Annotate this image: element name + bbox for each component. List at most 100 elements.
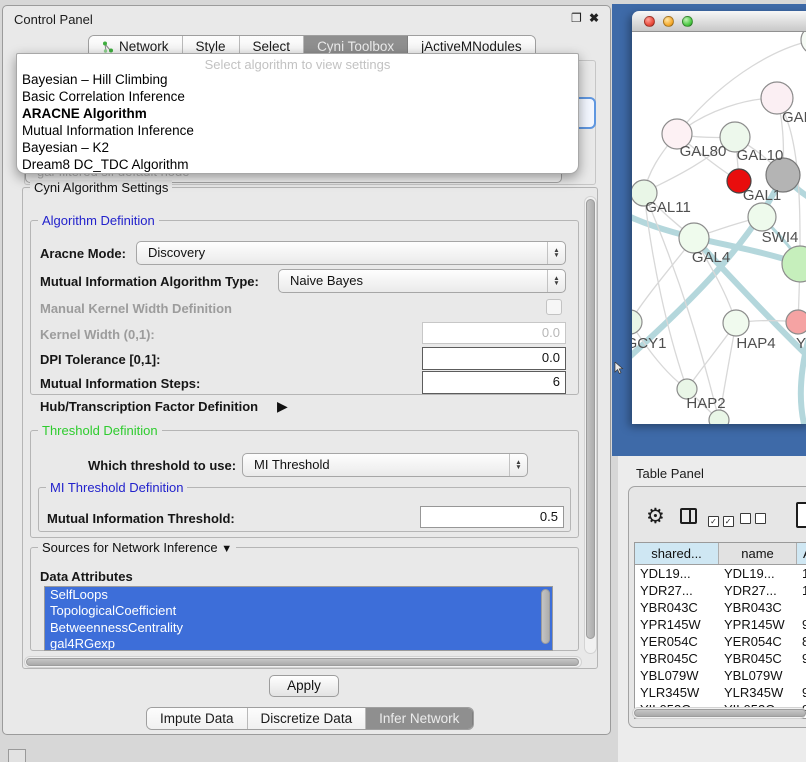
label-gal80: GAL80 xyxy=(680,143,727,160)
data-attributes-list: SelfLoops TopologicalCoefficient Between… xyxy=(44,586,553,651)
control-panel-title: Control Panel xyxy=(14,12,93,27)
zoom-traffic-light[interactable] xyxy=(682,16,693,27)
manual-kernel-checkbox[interactable] xyxy=(546,299,562,315)
combo-arrows-icon: ▲▼ xyxy=(547,270,565,292)
algorithm-definition-title: Algorithm Definition xyxy=(38,213,159,228)
aracne-mode-label: Aracne Mode: xyxy=(40,246,126,261)
node-y-partial[interactable] xyxy=(786,310,806,334)
mi-type-combobox[interactable]: Naive Bayes ▲▼ xyxy=(278,269,566,293)
which-threshold-label: Which threshold to use: xyxy=(88,458,236,473)
table-row[interactable]: YDR27... YDR27... 12 xyxy=(635,582,806,599)
dock-icon[interactable] xyxy=(8,749,26,762)
settings-vscroll-thumb[interactable] xyxy=(586,199,595,639)
apply-button[interactable]: Apply xyxy=(269,675,339,697)
table-panel-title: Table Panel xyxy=(636,466,704,481)
column-header-partial[interactable]: A xyxy=(797,543,806,564)
table-hscroll-thumb[interactable] xyxy=(634,709,806,717)
tab-impute-data[interactable]: Impute Data xyxy=(147,708,248,729)
node-bottom[interactable] xyxy=(709,410,729,424)
new-table-icon[interactable] xyxy=(796,502,806,528)
popup-hint: Select algorithm to view settings xyxy=(17,57,578,72)
algorithm-option[interactable]: Bayesian – Hill Climbing xyxy=(22,72,562,89)
deselect-all-checks-icon[interactable] xyxy=(740,512,766,527)
label-hap2: HAP2 xyxy=(686,395,725,412)
application-root: Control Panel ❐ ✖ Network Style Select C… xyxy=(0,0,806,762)
float-window-icon[interactable]: ❐ xyxy=(571,11,582,25)
list-scrollbar-thumb[interactable] xyxy=(541,589,550,644)
table-header-row: shared... name A xyxy=(635,543,806,565)
mouse-cursor-icon xyxy=(614,362,624,375)
label-gal-partial: GAL xyxy=(782,109,806,126)
network-view-window[interactable]: GAL GAL80 GAL10 GAL1 GAL11 SWI4 GAL4 GCY… xyxy=(632,11,806,424)
column-header-name[interactable]: name xyxy=(719,543,797,564)
tab-infer-network[interactable]: Infer Network xyxy=(366,708,473,729)
table-row[interactable]: YPR145W YPR145W 9. xyxy=(635,616,806,633)
select-all-checks-icon[interactable]: ✓ ✓ xyxy=(708,512,734,527)
close-traffic-light[interactable] xyxy=(644,16,655,27)
mi-steps-label: Mutual Information Steps: xyxy=(40,376,200,391)
node-swi4[interactable] xyxy=(748,203,776,231)
hub-definition-label[interactable]: Hub/Transcription Factor Definition xyxy=(40,399,258,414)
attribute-item-selected[interactable]: SelfLoops xyxy=(45,587,552,603)
algorithm-option[interactable]: Dream8 DC_TDC Algorithm xyxy=(22,157,562,174)
label-swi4: SWI4 xyxy=(762,229,799,246)
table-row[interactable]: YLR345W YLR345W 9. xyxy=(635,684,806,701)
label-y-partial: Y xyxy=(796,335,806,352)
columns-icon[interactable] xyxy=(680,508,697,524)
table-row[interactable]: YBR045C YBR045C 9. xyxy=(635,650,806,667)
algorithm-option[interactable]: Mutual Information Inference xyxy=(22,123,562,140)
settings-hscroll-thumb[interactable] xyxy=(26,658,579,666)
mi-threshold-title: MI Threshold Definition xyxy=(46,480,187,495)
mi-type-label: Mutual Information Algorithm Type: xyxy=(40,274,259,289)
sources-group-title: Sources for Network Inference ▼ xyxy=(38,540,236,555)
kernel-width-label: Kernel Width (0,1): xyxy=(40,327,155,342)
label-hap4: HAP4 xyxy=(736,335,775,352)
attribute-item-selected[interactable]: TopologicalCoefficient xyxy=(45,603,552,619)
mi-threshold-field[interactable]: 0.5 xyxy=(420,506,564,528)
close-window-icon[interactable]: ✖ xyxy=(589,11,599,25)
aracne-mode-combobox[interactable]: Discovery ▲▼ xyxy=(136,241,566,265)
table-row[interactable]: YER054C YER054C 8. xyxy=(635,633,806,650)
algorithm-dropdown-popup: Select algorithm to view settings Bayesi… xyxy=(16,53,579,174)
column-header-shared[interactable]: shared... xyxy=(635,543,719,564)
attribute-item-selected[interactable]: BetweennessCentrality xyxy=(45,620,552,636)
table-row[interactable]: YBL079W YBL079W xyxy=(635,667,806,684)
kernel-width-field[interactable]: 0.0 xyxy=(422,322,566,344)
label-gal10: GAL10 xyxy=(737,147,784,164)
node-table: shared... name A YDL19... YDL19... 13 YD… xyxy=(634,542,806,719)
expand-right-icon[interactable]: ▶ xyxy=(277,398,288,415)
threshold-definition-title: Threshold Definition xyxy=(38,423,162,438)
dpi-tolerance-label: DPI Tolerance [0,1]: xyxy=(40,352,160,367)
label-gal1: GAL1 xyxy=(743,187,781,204)
combo-arrows-icon: ▲▼ xyxy=(509,454,527,476)
table-row[interactable]: YDL19... YDL19... 13 xyxy=(635,565,806,582)
tab-network-label: Network xyxy=(119,39,169,54)
algorithm-option[interactable]: Basic Correlation Inference xyxy=(22,89,562,106)
label-gal11: GAL11 xyxy=(645,199,691,216)
bottom-tabbar: Impute Data Discretize Data Infer Networ… xyxy=(146,707,474,730)
algorithm-option-selected[interactable]: ARACNE Algorithm xyxy=(22,106,562,123)
node-corner[interactable] xyxy=(801,32,806,54)
attribute-item-selected[interactable]: gal4RGexp xyxy=(45,636,552,651)
label-gcy1: GCY1 xyxy=(632,335,666,352)
mi-steps-field[interactable]: 6 xyxy=(422,371,566,394)
node-gcy1[interactable] xyxy=(632,310,642,334)
node-big-green[interactable] xyxy=(782,246,806,282)
minimize-traffic-light[interactable] xyxy=(663,16,674,27)
tab-discretize-data[interactable]: Discretize Data xyxy=(248,708,367,729)
gear-icon[interactable]: ⚙ xyxy=(646,504,665,529)
mi-threshold-label: Mutual Information Threshold: xyxy=(47,511,235,526)
table-row[interactable]: YBR043C YBR043C xyxy=(635,599,806,616)
network-canvas[interactable]: GAL GAL80 GAL10 GAL1 GAL11 SWI4 GAL4 GCY… xyxy=(632,32,806,424)
data-attributes-label: Data Attributes xyxy=(40,569,133,584)
network-window-titlebar[interactable] xyxy=(632,11,806,32)
manual-kernel-label: Manual Kernel Width Definition xyxy=(40,301,232,316)
dpi-tolerance-field[interactable]: 0.0 xyxy=(422,347,566,370)
collapse-down-icon[interactable]: ▼ xyxy=(221,543,232,555)
node-hap4[interactable] xyxy=(723,310,749,336)
algorithm-option[interactable]: Bayesian – K2 xyxy=(22,140,562,157)
combo-arrows-icon: ▲▼ xyxy=(547,242,565,264)
label-gal4: GAL4 xyxy=(692,249,730,266)
which-threshold-combobox[interactable]: MI Threshold ▲▼ xyxy=(242,453,528,477)
settings-group-title: Cyni Algorithm Settings xyxy=(30,180,172,195)
